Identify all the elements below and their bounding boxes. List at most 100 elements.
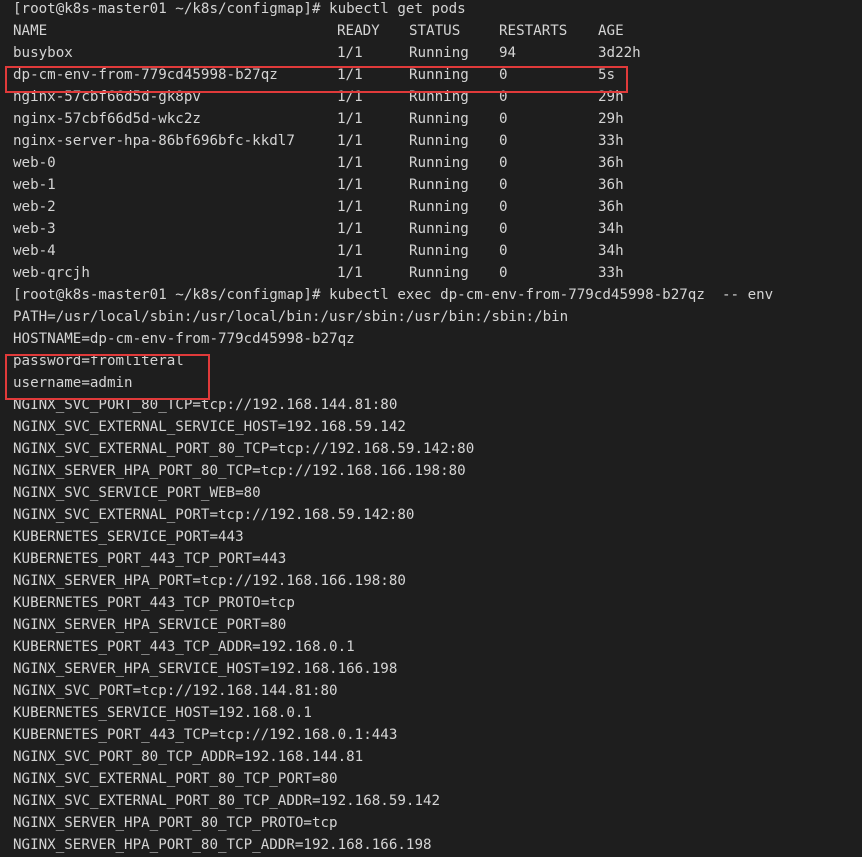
env-line: KUBERNETES_SERVICE_HOST=192.168.0.1 <box>13 705 312 721</box>
pod-restarts: 0 <box>499 177 508 193</box>
pod-ready: 1/1 <box>337 89 363 105</box>
pod-age: 29h <box>598 111 624 127</box>
pod-ready: 1/1 <box>337 111 363 127</box>
header-age: AGE <box>598 23 624 39</box>
table-row: dp-cm-env-from-779cd45998-b27qz 1/1 Runn… <box>13 64 862 86</box>
pod-age: 34h <box>598 221 624 237</box>
header-status: STATUS <box>409 23 461 39</box>
pod-status: Running <box>409 133 469 149</box>
table-row: nginx-57cbf66d5d-wkc2z 1/1 Running 0 29h <box>13 108 862 130</box>
pod-restarts: 0 <box>499 155 508 171</box>
table-row: nginx-server-hpa-86bf696bfc-kkdl7 1/1 Ru… <box>13 130 862 152</box>
pod-ready: 1/1 <box>337 45 363 61</box>
env-line: HOSTNAME=dp-cm-env-from-779cd45998-b27qz <box>13 331 355 347</box>
env-line: NGINX_SVC_EXTERNAL_PORT_80_TCP=tcp://192… <box>13 441 475 457</box>
pod-status: Running <box>409 111 469 127</box>
pod-status: Running <box>409 67 469 83</box>
pod-age: 36h <box>598 155 624 171</box>
pod-restarts: 0 <box>499 133 508 149</box>
env-line: username=admin <box>13 375 133 391</box>
env-line: password=fromliteral <box>13 353 184 369</box>
command-line-get-pods: [root@k8s-master01 ~/k8s/configmap]# kub… <box>13 1 466 17</box>
env-line: NGINX_SVC_EXTERNAL_PORT=tcp://192.168.59… <box>13 507 415 523</box>
table-header: NAME READY STATUS RESTARTS AGE <box>13 20 862 42</box>
env-line: NGINX_SERVER_HPA_SERVICE_HOST=192.168.16… <box>13 661 398 677</box>
pod-status: Running <box>409 89 469 105</box>
table-row: web-1 1/1 Running 0 36h <box>13 174 862 196</box>
pod-ready: 1/1 <box>337 265 363 281</box>
table-row: web-0 1/1 Running 0 36h <box>13 152 862 174</box>
pod-restarts: 0 <box>499 199 508 215</box>
pod-status: Running <box>409 221 469 237</box>
pod-age: 33h <box>598 133 624 149</box>
env-line: NGINX_SVC_PORT_80_TCP=tcp://192.168.144.… <box>13 397 398 413</box>
pod-age: 36h <box>598 199 624 215</box>
pod-ready: 1/1 <box>337 243 363 259</box>
pod-age: 33h <box>598 265 624 281</box>
pod-status: Running <box>409 155 469 171</box>
pod-name: dp-cm-env-from-779cd45998-b27qz <box>13 67 278 83</box>
env-line: NGINX_SERVER_HPA_PORT_80_TCP_PROTO=tcp <box>13 815 338 831</box>
env-line: KUBERNETES_PORT_443_TCP_PROTO=tcp <box>13 595 295 611</box>
pod-age: 5s <box>598 67 616 83</box>
pod-name: web-1 <box>13 177 56 193</box>
env-line: NGINX_SVC_EXTERNAL_SERVICE_HOST=192.168.… <box>13 419 406 435</box>
pod-name: web-2 <box>13 199 56 215</box>
pod-ready: 1/1 <box>337 67 363 83</box>
table-row: web-4 1/1 Running 0 34h <box>13 240 862 262</box>
table-row: web-2 1/1 Running 0 36h <box>13 196 862 218</box>
pod-ready: 1/1 <box>337 221 363 237</box>
pod-restarts: 0 <box>499 111 508 127</box>
header-restarts: RESTARTS <box>499 23 568 39</box>
pod-name: nginx-57cbf66d5d-gk8pv <box>13 89 201 105</box>
pod-name: busybox <box>13 45 73 61</box>
terminal-output: [root@k8s-master01 ~/k8s/configmap]# kub… <box>13 0 862 856</box>
env-line: KUBERNETES_PORT_443_TCP_PORT=443 <box>13 551 287 567</box>
env-line: NGINX_SVC_EXTERNAL_PORT_80_TCP_ADDR=192.… <box>13 793 441 809</box>
pod-age: 34h <box>598 243 624 259</box>
terminal-window[interactable]: [root@k8s-master01 ~/k8s/configmap]# kub… <box>0 0 862 857</box>
pod-name: nginx-server-hpa-86bf696bfc-kkdl7 <box>13 133 295 149</box>
pod-age: 3d22h <box>598 45 641 61</box>
header-ready: READY <box>337 23 380 39</box>
pod-status: Running <box>409 265 469 281</box>
pod-name: web-qrcjh <box>13 265 90 281</box>
command-line-exec-env: [root@k8s-master01 ~/k8s/configmap]# kub… <box>13 287 774 303</box>
pod-age: 36h <box>598 177 624 193</box>
pod-name: web-0 <box>13 155 56 171</box>
pod-restarts: 94 <box>499 45 517 61</box>
table-row: web-qrcjh 1/1 Running 0 33h <box>13 262 862 284</box>
pod-restarts: 0 <box>499 265 508 281</box>
pod-age: 29h <box>598 89 624 105</box>
table-row: nginx-57cbf66d5d-gk8pv 1/1 Running 0 29h <box>13 86 862 108</box>
env-line: NGINX_SERVER_HPA_PORT_80_TCP=tcp://192.1… <box>13 463 466 479</box>
pod-status: Running <box>409 177 469 193</box>
pod-name: web-3 <box>13 221 56 237</box>
pod-restarts: 0 <box>499 221 508 237</box>
table-row: busybox 1/1 Running 94 3d22h <box>13 42 862 64</box>
table-row: web-3 1/1 Running 0 34h <box>13 218 862 240</box>
pod-ready: 1/1 <box>337 199 363 215</box>
pod-restarts: 0 <box>499 243 508 259</box>
pod-ready: 1/1 <box>337 177 363 193</box>
pod-name: nginx-57cbf66d5d-wkc2z <box>13 111 201 127</box>
env-line: NGINX_SERVER_HPA_PORT=tcp://192.168.166.… <box>13 573 406 589</box>
env-line: NGINX_SVC_EXTERNAL_PORT_80_TCP_PORT=80 <box>13 771 338 787</box>
env-line: NGINX_SVC_PORT_80_TCP_ADDR=192.168.144.8… <box>13 749 364 765</box>
env-line: NGINX_SVC_SERVICE_PORT_WEB=80 <box>13 485 261 501</box>
env-line: PATH=/usr/local/sbin:/usr/local/bin:/usr… <box>13 309 569 325</box>
env-line: KUBERNETES_PORT_443_TCP=tcp://192.168.0.… <box>13 727 398 743</box>
pod-restarts: 0 <box>499 89 508 105</box>
pod-name: web-4 <box>13 243 56 259</box>
env-line: NGINX_SVC_PORT=tcp://192.168.144.81:80 <box>13 683 338 699</box>
pod-ready: 1/1 <box>337 155 363 171</box>
pod-status: Running <box>409 45 469 61</box>
pod-status: Running <box>409 243 469 259</box>
env-line: KUBERNETES_SERVICE_PORT=443 <box>13 529 244 545</box>
env-line: NGINX_SERVER_HPA_PORT_80_TCP_ADDR=192.16… <box>13 837 432 853</box>
env-line: KUBERNETES_PORT_443_TCP_ADDR=192.168.0.1 <box>13 639 355 655</box>
pod-ready: 1/1 <box>337 133 363 149</box>
header-name: NAME <box>13 23 48 39</box>
env-line: NGINX_SERVER_HPA_SERVICE_PORT=80 <box>13 617 287 633</box>
pod-status: Running <box>409 199 469 215</box>
